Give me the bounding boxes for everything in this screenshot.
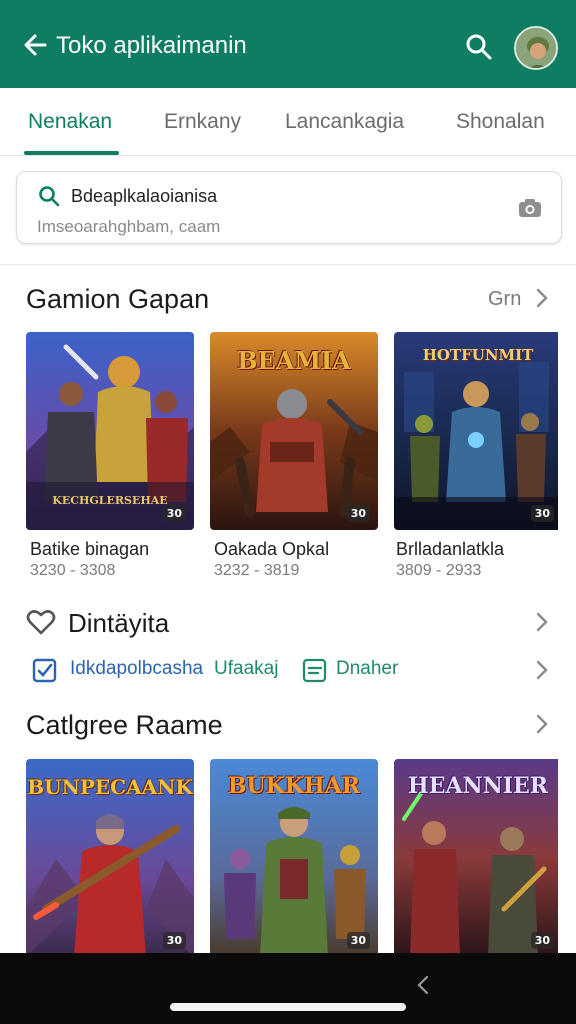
age-rating-badge: 30 — [162, 932, 186, 949]
game-cover-title: BUNPECAANK — [27, 775, 193, 799]
game-meta: 3809 - 2933 — [396, 562, 482, 579]
page-title: Toko aplikaimanin — [56, 32, 247, 59]
profile-avatar[interactable] — [514, 26, 558, 70]
game-meta: 3230 - 3308 — [30, 562, 116, 579]
tab-nenakan[interactable]: Nenakan — [28, 110, 112, 134]
section-more-link[interactable]: Grn — [488, 288, 521, 311]
game-cover-title: BEAMIA — [237, 346, 351, 375]
game-card[interactable]: KECHGLERSEHAE 30 — [26, 332, 194, 530]
tab-bar: Nenakan Ernkany Lancankagia Shonalan — [0, 88, 576, 156]
game-title[interactable]: Batike binagan — [30, 539, 149, 560]
tab-indicator — [24, 151, 119, 155]
nav-back-icon[interactable] — [414, 973, 432, 997]
chip-label[interactable]: Ufaakaj — [214, 658, 278, 680]
game-cover-title: BUKKHAR — [227, 773, 361, 799]
game-cover-title: HEANNIER — [407, 773, 549, 799]
age-rating-badge: 30 — [346, 505, 370, 522]
game-card[interactable]: HOTFUNMIT 30 — [394, 332, 562, 530]
section-title-catlgree: Catlgree Raame — [26, 710, 223, 740]
chip-label[interactable]: Idkdapolbcasha — [70, 658, 203, 680]
age-rating-badge: 30 — [530, 932, 554, 949]
search-input[interactable]: Bdeaplkalaoianisa Imseoarahghbam, caam — [16, 171, 562, 244]
section-title-gamion: Gamion Gapan — [26, 284, 210, 314]
game-card[interactable]: BUNPECAANK 30 — [26, 759, 194, 957]
game-card[interactable]: HEANNIER 30 — [394, 759, 562, 957]
tab-ernkany[interactable]: Ernkany — [164, 110, 241, 134]
game-meta: 3232 - 3819 — [214, 562, 300, 579]
game-title[interactable]: Brlladanlatkla — [396, 539, 504, 560]
age-rating-badge: 30 — [162, 505, 186, 522]
search-query: Bdeaplkalaoianisa — [71, 186, 218, 206]
search-icon[interactable] — [464, 32, 494, 62]
tab-shonalan[interactable]: Shonalan — [456, 110, 545, 134]
home-gesture-handle[interactable] — [170, 1003, 406, 1011]
game-cover-title: HOTFUNMIT — [422, 346, 534, 364]
system-nav-bar — [0, 953, 576, 1024]
arrow-left-icon[interactable] — [20, 30, 50, 60]
heart-icon — [26, 610, 56, 635]
chevron-right-icon[interactable] — [534, 611, 550, 633]
tab-lancankagia[interactable]: Lancankagia — [285, 110, 404, 134]
search-icon — [39, 186, 60, 207]
chevron-right-icon[interactable] — [534, 713, 550, 735]
list-icon[interactable] — [302, 656, 328, 684]
app-bar: Toko aplikaimanin — [0, 0, 576, 88]
game-card[interactable]: BUKKHAR 30 — [210, 759, 378, 957]
search-hint: Imseoarahghbam, caam — [37, 217, 221, 236]
game-title[interactable]: Oakada Opkal — [214, 539, 329, 560]
checkbox-icon[interactable] — [32, 656, 58, 684]
avatar-image — [516, 28, 556, 68]
camera-icon[interactable] — [517, 196, 543, 220]
age-rating-badge: 30 — [530, 505, 554, 522]
chevron-right-icon[interactable] — [534, 659, 550, 681]
game-card[interactable]: BEAMIA 30 — [210, 332, 378, 530]
chevron-right-icon[interactable] — [534, 287, 550, 309]
chip-label[interactable]: Dnaher — [336, 658, 398, 680]
favorites-title: Dintäyita — [68, 608, 170, 638]
age-rating-badge: 30 — [346, 932, 370, 949]
divider — [0, 264, 576, 265]
